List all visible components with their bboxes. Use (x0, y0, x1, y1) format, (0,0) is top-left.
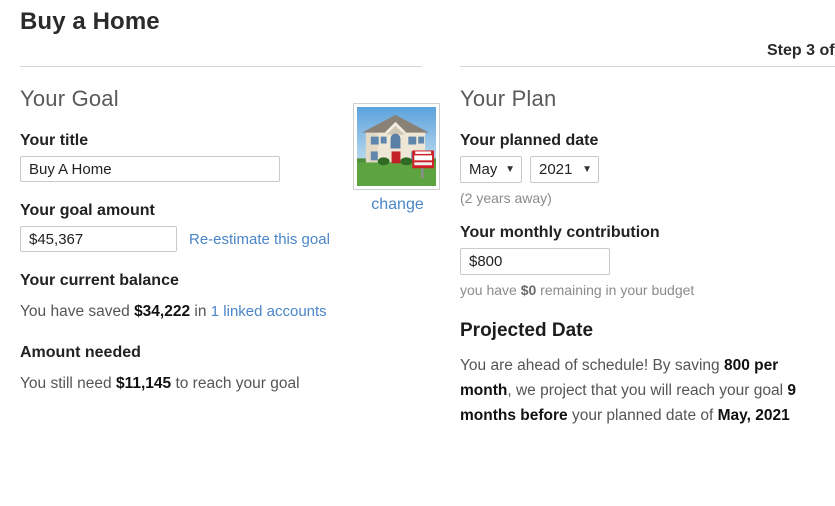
goal-image-frame (353, 103, 440, 190)
budget-prefix: you have (460, 282, 521, 298)
monthly-contribution-input[interactable] (460, 248, 610, 275)
planned-date-label: Your planned date (460, 132, 599, 149)
balance-prefix: You have saved (20, 303, 135, 320)
planned-month-value: May (469, 161, 498, 178)
your-goal-column: Your Goal Your title Your goal amount Re… (20, 66, 440, 395)
planned-date-selects: May ▼ 2021 ▼ (460, 156, 835, 183)
re-estimate-goal-link[interactable]: Re-estimate this goal (189, 231, 330, 248)
goal-column-divider (20, 66, 422, 67)
amount-needed-text: You still need $11,145 to reach your goa… (20, 372, 422, 395)
projected-part-2: , we project that you will reach your go… (507, 382, 788, 400)
projected-planned-date: May, 2021 (717, 407, 790, 425)
balance-amount: $34,222 (134, 303, 191, 320)
needed-suffix: to reach your goal (171, 374, 300, 392)
needed-amount: $11,145 (115, 374, 172, 392)
planned-month-select[interactable]: May ▼ (460, 156, 522, 183)
projected-part-1: You are ahead of schedule! By saving (460, 357, 724, 374)
house-for-sale-image (357, 107, 436, 186)
page-title: Buy a Home (20, 8, 160, 35)
step-indicator: Step 3 of 3 (767, 42, 835, 59)
projected-date-heading: Projected Date (460, 320, 594, 341)
projected-part-3: your planned date of (567, 407, 718, 425)
needed-prefix: You still need (20, 374, 116, 392)
years-away-note: (2 years away) (460, 190, 552, 206)
budget-amount: $0 (520, 282, 537, 298)
plan-column-divider (460, 66, 835, 67)
chevron-down-icon: ▼ (505, 163, 515, 175)
current-balance-text: You have saved $34,222 in 1 linked accou… (20, 300, 422, 324)
projected-date-text: You are ahead of schedule! By saving 800… (460, 353, 800, 428)
goal-image-area: change (353, 103, 442, 214)
remaining-budget-note: you have $0 remaining in your budget (460, 282, 835, 298)
linked-accounts-link[interactable]: 1 linked accounts (211, 303, 327, 320)
goal-title-input[interactable] (20, 156, 280, 182)
goal-amount-input[interactable] (20, 226, 177, 252)
planned-year-select[interactable]: 2021 ▼ (530, 156, 599, 183)
your-plan-column: Your Plan Your planned date May ▼ 2021 ▼… (460, 66, 835, 428)
your-plan-heading: Your Plan (460, 86, 557, 111)
current-balance-label: Your current balance (20, 272, 179, 289)
budget-suffix: remaining in your budget (536, 282, 695, 298)
balance-middle: in (190, 303, 211, 320)
buy-a-home-goal-page: Buy a Home Step 3 of 3 Your Goal Your ti… (0, 0, 835, 506)
monthly-contribution-label: Your monthly contribution (460, 224, 660, 241)
planned-year-value: 2021 (539, 161, 573, 178)
amount-needed-label: Amount needed (20, 343, 141, 361)
goal-amount-row: Re-estimate this goal (20, 226, 422, 252)
change-image-link[interactable]: change (353, 196, 442, 214)
chevron-down-icon: ▼ (582, 163, 592, 175)
